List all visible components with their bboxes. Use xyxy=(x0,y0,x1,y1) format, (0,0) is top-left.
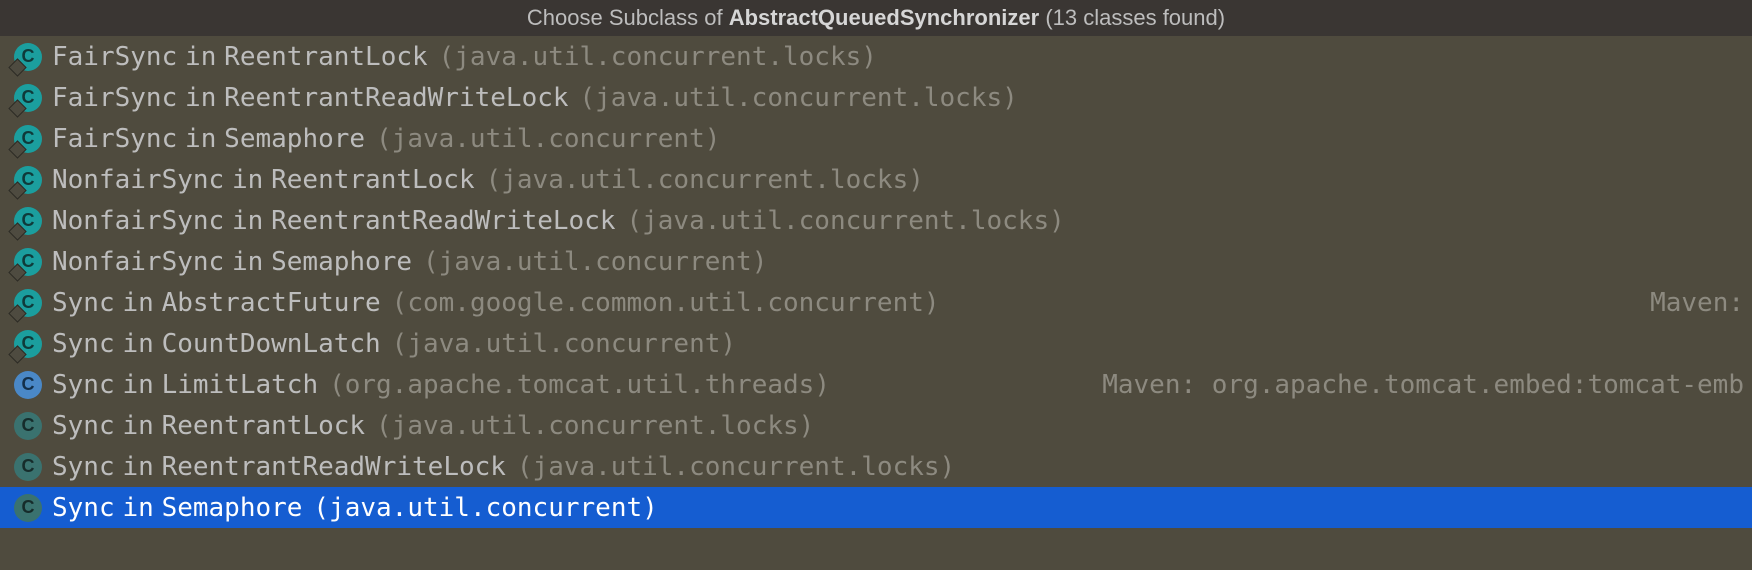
class-icon: C xyxy=(14,371,42,399)
class-label: Syncin AbstractFuture (com.google.common.u… xyxy=(52,288,940,318)
in-keyword: in xyxy=(122,493,153,523)
package-name: (java.util.concurrent.locks) xyxy=(439,42,877,72)
in-keyword: in xyxy=(122,452,153,482)
class-name: Sync xyxy=(52,329,115,359)
class-name: Sync xyxy=(52,288,115,318)
class-list[interactable]: C FairSync in ReentrantLock (java.util.concu… xyxy=(0,36,1752,528)
class-icon: C xyxy=(14,166,42,194)
class-list-item[interactable]: C Syncin AbstractFuture (com.google.common.… xyxy=(0,282,1752,323)
in-keyword: in xyxy=(232,165,263,195)
class-list-item[interactable]: C Syncin ReentrantLock (java.util.concurren… xyxy=(0,405,1752,446)
package-name: (java.util.concurrent.locks) xyxy=(517,452,955,482)
class-label: Syncin ReentrantLock (java.util.concurrent… xyxy=(52,411,814,441)
enclosing-class: ReentrantReadWriteLock xyxy=(224,83,568,113)
in-keyword: in xyxy=(122,370,153,400)
package-name: (java.util.concurrent.locks) xyxy=(376,411,814,441)
class-name: FairSync xyxy=(52,83,177,113)
class-list-item[interactable]: C Syncin LimitLatch (org.apache.tomcat.util… xyxy=(0,364,1752,405)
package-name: (java.util.concurrent) xyxy=(423,247,767,277)
class-label: NonfairSync in ReentrantLock (java.util.con… xyxy=(52,165,924,195)
in-keyword: in xyxy=(232,206,263,236)
class-icon: C xyxy=(14,84,42,112)
class-list-item[interactable]: C Syncin Semaphore (java.util.concurrent) xyxy=(0,487,1752,528)
class-label: NonfairSync in ReentrantReadWriteLock (java… xyxy=(52,206,1065,236)
enclosing-class: ReentrantLock xyxy=(162,411,366,441)
dialog-title: Choose Subclass of AbstractQueuedSynchro… xyxy=(0,0,1752,36)
class-list-item[interactable]: C NonfairSync in ReentrantReadWriteLock (jav… xyxy=(0,200,1752,241)
class-icon: C xyxy=(14,453,42,481)
class-name: Sync xyxy=(52,370,115,400)
enclosing-class: ReentrantReadWriteLock xyxy=(271,206,615,236)
class-list-item[interactable]: C FairSync in Semaphore (java.util.concurren… xyxy=(0,118,1752,159)
source-location: Maven: xyxy=(1630,288,1744,318)
enclosing-class: Semaphore xyxy=(162,493,303,523)
class-list-item[interactable]: C FairSync in ReentrantReadWriteLock (java.u… xyxy=(0,77,1752,118)
enclosing-class: ReentrantReadWriteLock xyxy=(162,452,506,482)
package-name: (com.google.common.util.concurrent) xyxy=(392,288,940,318)
class-name: Sync xyxy=(52,493,115,523)
source-location: Maven: org.apache.tomcat.embed:tomcat-em… xyxy=(1082,370,1744,400)
class-label: Syncin CountDownLatch (java.util.concurren… xyxy=(52,329,736,359)
enclosing-class: CountDownLatch xyxy=(162,329,381,359)
class-label: NonfairSync in Semaphore (java.util.concurr… xyxy=(52,247,767,277)
class-label: Syncin Semaphore (java.util.concurrent) xyxy=(52,493,658,523)
package-name: (java.util.concurrent.locks) xyxy=(580,83,1018,113)
class-name: Sync xyxy=(52,411,115,441)
class-icon: C xyxy=(14,125,42,153)
in-keyword: in xyxy=(232,247,263,277)
class-list-item[interactable]: C Syncin ReentrantReadWriteLock (java.util.… xyxy=(0,446,1752,487)
package-name: (java.util.concurrent) xyxy=(313,493,657,523)
in-keyword: in xyxy=(122,411,153,441)
class-name: FairSync xyxy=(52,124,177,154)
class-icon: C xyxy=(14,330,42,358)
class-list-item[interactable]: C NonfairSync in Semaphore (java.util.concur… xyxy=(0,241,1752,282)
title-class-name: AbstractQueuedSynchronizer xyxy=(729,5,1040,30)
class-name: NonfairSync xyxy=(52,165,224,195)
enclosing-class: LimitLatch xyxy=(162,370,319,400)
in-keyword: in xyxy=(122,288,153,318)
class-label: FairSync in ReentrantLock (java.util.concur… xyxy=(52,42,877,72)
title-suffix: (13 classes found) xyxy=(1039,5,1225,30)
enclosing-class: ReentrantLock xyxy=(224,42,428,72)
enclosing-class: Semaphore xyxy=(224,124,365,154)
in-keyword: in xyxy=(185,42,216,72)
package-name: (org.apache.tomcat.util.threads) xyxy=(329,370,830,400)
class-icon: C xyxy=(14,412,42,440)
in-keyword: in xyxy=(122,329,153,359)
enclosing-class: Semaphore xyxy=(271,247,412,277)
class-icon: C xyxy=(14,289,42,317)
class-name: Sync xyxy=(52,452,115,482)
class-icon: C xyxy=(14,494,42,522)
package-name: (java.util.concurrent.locks) xyxy=(486,165,924,195)
enclosing-class: AbstractFuture xyxy=(162,288,381,318)
package-name: (java.util.concurrent) xyxy=(376,124,720,154)
class-icon: C xyxy=(14,207,42,235)
class-list-item[interactable]: C NonfairSync in ReentrantLock (java.util.co… xyxy=(0,159,1752,200)
class-label: FairSync in Semaphore (java.util.concurrent… xyxy=(52,124,720,154)
class-label: FairSync in ReentrantReadWriteLock (java.ut… xyxy=(52,83,1018,113)
class-icon: C xyxy=(14,43,42,71)
class-icon: C xyxy=(14,248,42,276)
class-list-item[interactable]: C Syncin CountDownLatch (java.util.concurre… xyxy=(0,323,1752,364)
package-name: (java.util.concurrent.locks) xyxy=(626,206,1064,236)
enclosing-class: ReentrantLock xyxy=(271,165,475,195)
title-prefix: Choose Subclass of xyxy=(527,5,729,30)
in-keyword: in xyxy=(185,124,216,154)
class-list-item[interactable]: C FairSync in ReentrantLock (java.util.concu… xyxy=(0,36,1752,77)
class-name: FairSync xyxy=(52,42,177,72)
class-label: Syncin ReentrantReadWriteLock (java.util.c… xyxy=(52,452,955,482)
package-name: (java.util.concurrent) xyxy=(392,329,736,359)
in-keyword: in xyxy=(185,83,216,113)
class-name: NonfairSync xyxy=(52,206,224,236)
class-name: NonfairSync xyxy=(52,247,224,277)
class-label: Syncin LimitLatch (org.apache.tomcat.util.… xyxy=(52,370,830,400)
